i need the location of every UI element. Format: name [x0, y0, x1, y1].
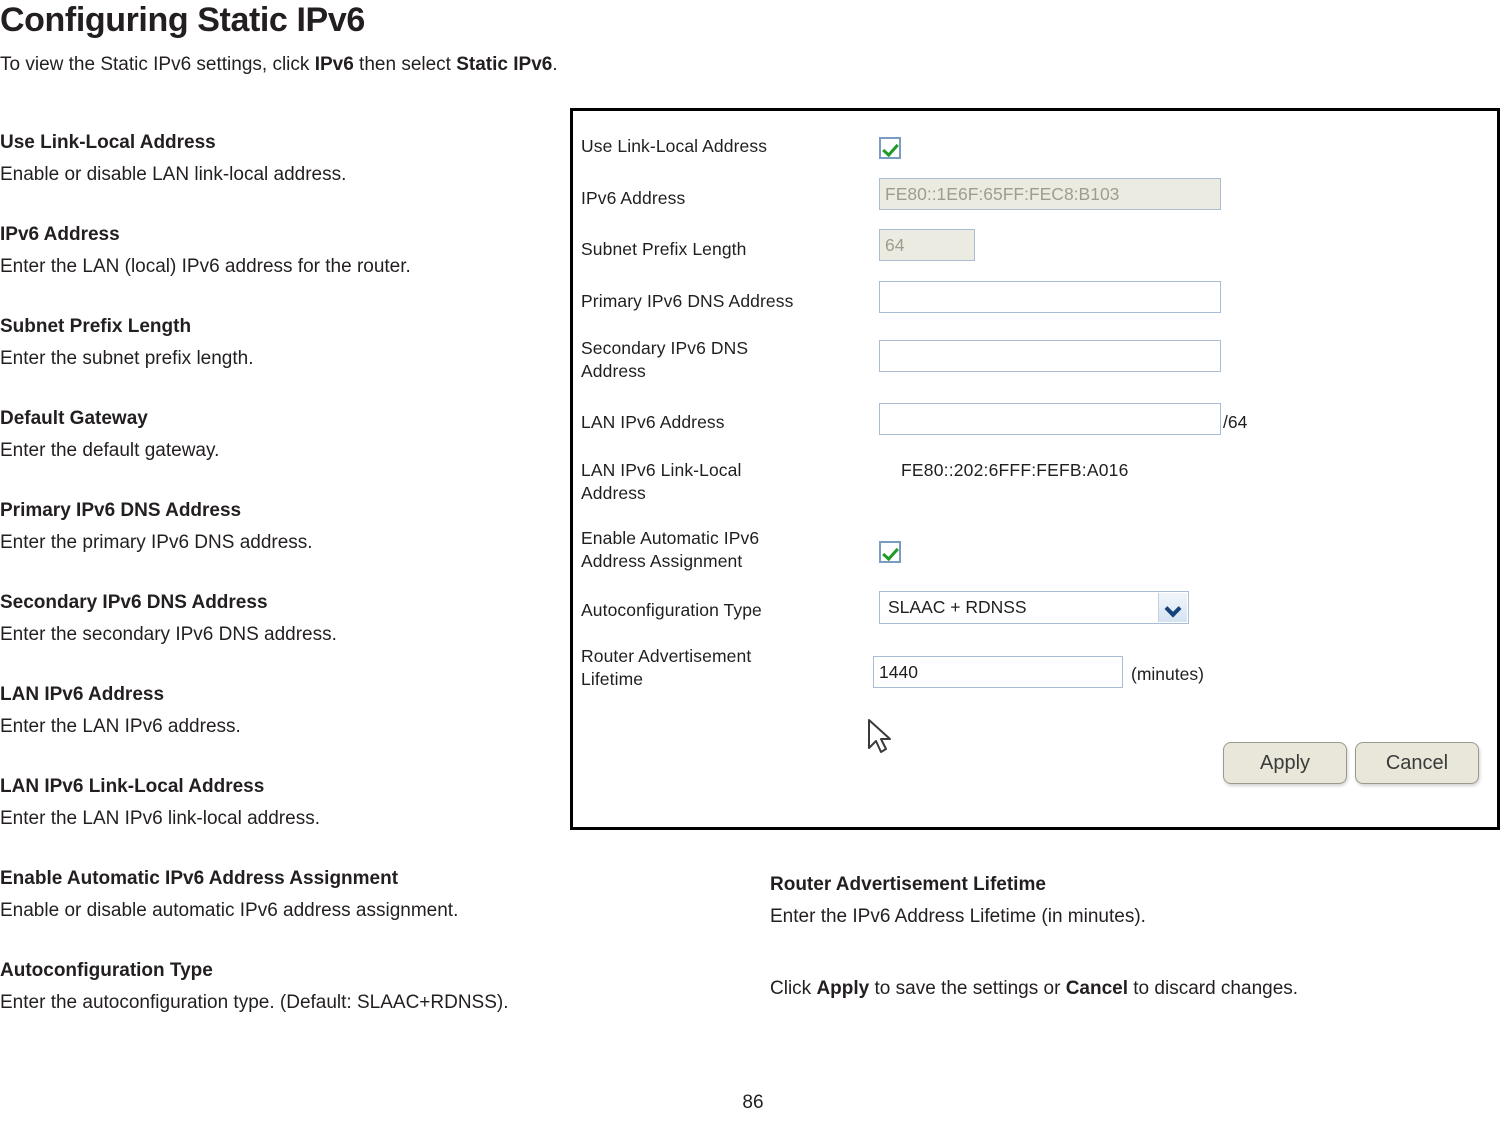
note-text-apply: Apply [816, 978, 870, 999]
subtitle-text-a: To view the Static IPv6 settings, click [0, 54, 315, 75]
select-autoconfiguration-type-value: SLAAC + RDNSS [888, 597, 1027, 617]
checkbox-enable-automatic-ipv6-address-assignment[interactable] [879, 541, 901, 563]
page-subtitle: To view the Static IPv6 settings, click … [0, 52, 558, 78]
input-lan-ipv6-address[interactable] [879, 403, 1221, 435]
router-settings-form: Use Link-Local Address IPv6 Address FE80… [573, 111, 1497, 827]
value-lan-ipv6-link-local-address: FE80::202:6FFF:FEFB:A016 [901, 460, 1129, 480]
subtitle-text-c: then select [353, 54, 457, 75]
label-secondary-ipv6-dns-address: Secondary IPv6 DNS Address [581, 338, 749, 381]
note-text-cancel: Cancel [1065, 978, 1128, 999]
desc-autoconfiguration-type: Enter the autoconfiguration type. (Defau… [0, 992, 509, 1013]
label-lan-ipv6-link-local-address: LAN IPv6 Link-Local Address [581, 460, 742, 503]
page-title: Configuring Static IPv6 [0, 1, 365, 39]
subtitle-text-e: . [552, 54, 558, 75]
suffix-minutes: (minutes) [1131, 664, 1204, 684]
label-router-advertisement-lifetime: Router Advertisement Lifetime [581, 646, 752, 689]
subtitle-text-static-ipv6: Static IPv6 [456, 54, 553, 75]
right-description-column: Router Advertisement Lifetime Enter the … [770, 872, 1490, 1002]
input-router-advertisement-lifetime[interactable]: 1440 [873, 656, 1123, 688]
term-autoconfiguration-type: Autoconfiguration Type [0, 960, 213, 981]
desc-enable-automatic-ipv6-address-assignment: Enable or disable automatic IPv6 address… [0, 900, 459, 921]
checkbox-use-link-local-address[interactable] [879, 137, 901, 159]
label-primary-ipv6-dns-address: Primary IPv6 DNS Address [581, 291, 794, 311]
label-autoconfiguration-type: Autoconfiguration Type [581, 600, 762, 620]
input-primary-ipv6-dns-address[interactable] [879, 281, 1221, 313]
input-secondary-ipv6-dns-address[interactable] [879, 340, 1221, 372]
apply-button[interactable]: Apply [1223, 742, 1347, 784]
term-enable-automatic-ipv6-address-assignment: Enable Automatic IPv6 Address Assignment [0, 868, 399, 889]
input-subnet-prefix-length[interactable]: 64 [879, 229, 975, 261]
label-subnet-prefix-length: Subnet Prefix Length [581, 239, 747, 259]
select-autoconfiguration-type[interactable]: SLAAC + RDNSS [879, 591, 1189, 624]
term-router-advertisement-lifetime: Router Advertisement Lifetime [770, 874, 1046, 895]
chevron-down-icon[interactable] [1158, 593, 1187, 622]
input-ipv6-address[interactable]: FE80::1E6F:65FF:FEC8:B103 [879, 178, 1221, 210]
desc-router-advertisement-lifetime: Enter the IPv6 Address Lifetime (in minu… [770, 906, 1146, 927]
note-text-a: Click [770, 978, 817, 999]
router-ui-screenshot: Use Link-Local Address IPv6 Address FE80… [570, 108, 1500, 830]
page-number: 86 [742, 1092, 764, 1113]
cancel-button[interactable]: Cancel [1355, 742, 1479, 784]
note-text-c: to save the settings or [869, 978, 1066, 999]
label-ipv6-address: IPv6 Address [581, 188, 686, 208]
label-enable-automatic-ipv6-address-assignment: Enable Automatic IPv6 Address Assignment [581, 528, 760, 571]
subtitle-text-ipv6: IPv6 [314, 54, 354, 75]
suffix-lan-ipv6-prefix: /64 [1223, 412, 1248, 432]
label-use-link-local-address: Use Link-Local Address [581, 136, 768, 156]
mouse-cursor-icon [868, 719, 891, 753]
apply-cancel-note: Click Apply to save the settings or Canc… [770, 976, 1490, 1002]
label-lan-ipv6-address: LAN IPv6 Address [581, 412, 725, 432]
note-text-e: to discard changes. [1128, 978, 1299, 999]
